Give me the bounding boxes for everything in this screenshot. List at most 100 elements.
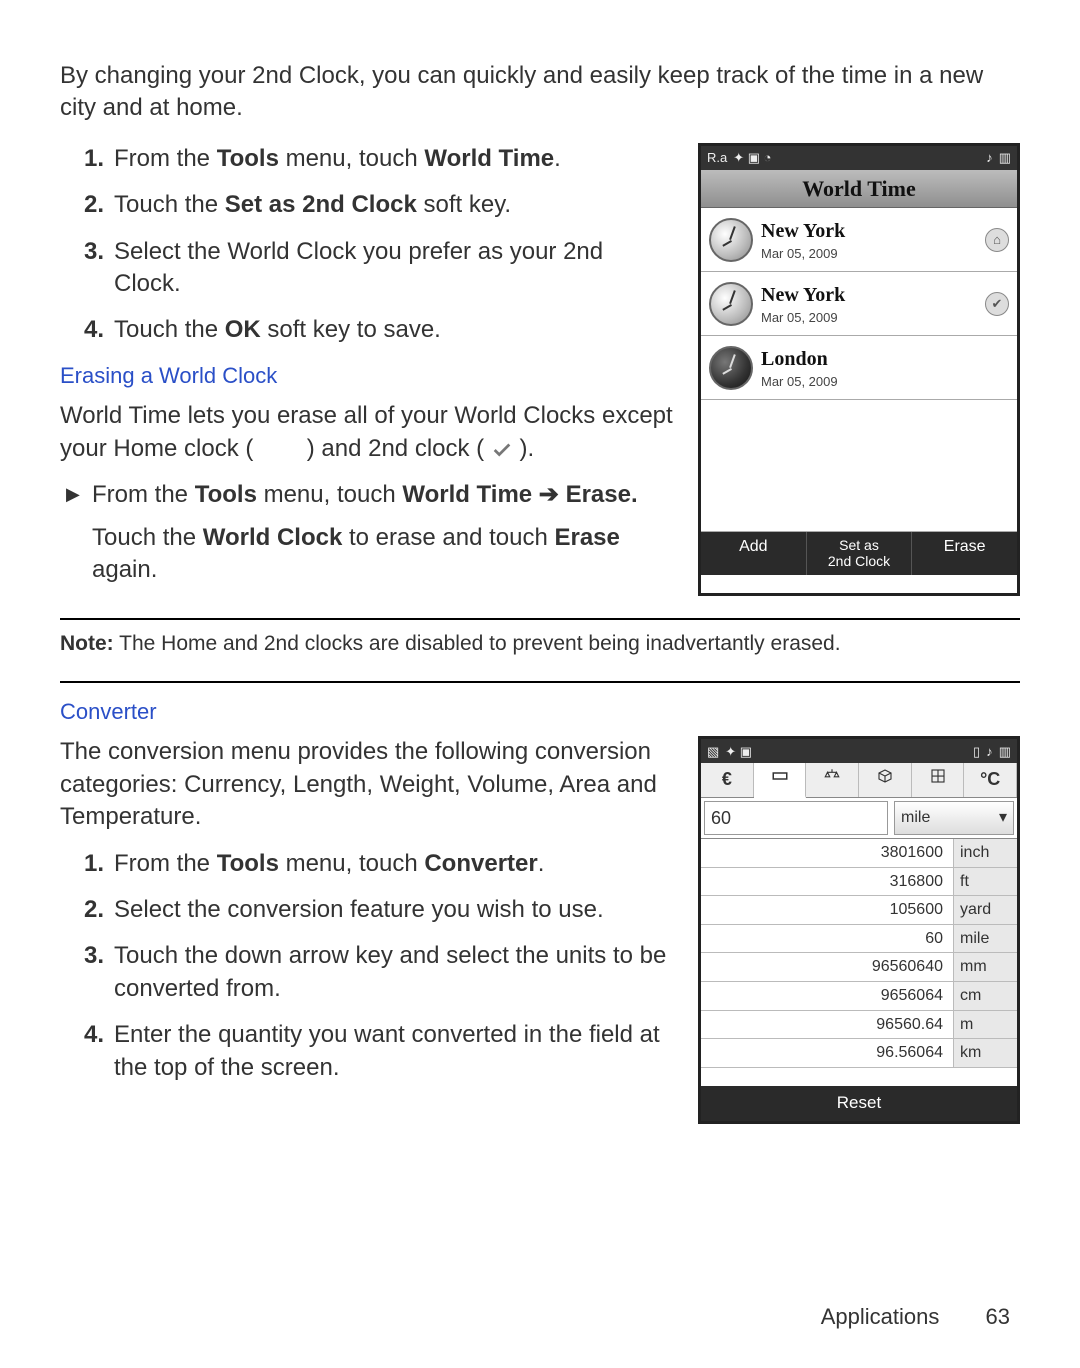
result-unit: m [953,1011,1017,1039]
erase-paragraph: World Time lets you erase all of your Wo… [60,400,676,465]
step-number: 4. [64,314,104,346]
worldtime-phone-mock: R.a ✦ ▣ ◔ ♪ ▥ World Time New York Mar 05… [698,143,1020,597]
step-text: Touch the down arrow key and select the … [114,942,666,1001]
phone-empty-area [701,400,1017,532]
result-value: 316800 [701,868,953,896]
result-value: 105600 [701,896,953,924]
page-number: 63 [986,1304,1010,1329]
step-text: menu, touch [279,850,424,877]
softkey-label: 2nd Clock [809,554,910,569]
step-2: 2. Touch the Set as 2nd Clock soft key. [94,189,676,221]
softkey-erase[interactable]: Erase [912,532,1017,575]
clock-date: Mar 05, 2009 [761,309,977,327]
converter-unit-select[interactable]: mile ▾ [894,801,1014,835]
step-number: 3. [64,236,104,268]
step-text: . [554,145,561,172]
step-number: 2. [64,189,104,221]
clock-row[interactable]: New York Mar 05, 2009 ⌂ [701,208,1017,272]
text: menu, touch [257,481,402,508]
status-glyphs: ✦ ▣ [725,743,752,761]
result-value: 96560640 [701,953,953,981]
tab-currency[interactable]: € [701,763,754,796]
step-3: 3. Select the World Clock you prefer as … [94,236,676,301]
bold: World Time [424,145,554,172]
ruler-icon [771,767,789,785]
tab-area[interactable] [912,763,965,796]
battery-icon: ▥ [999,743,1011,761]
step-text: soft key to save. [261,316,441,343]
bold: Tools [217,145,279,172]
result-unit: km [953,1039,1017,1067]
bold: Tools [195,481,257,508]
tab-label: € [722,769,732,789]
intro-paragraph: By changing your 2nd Clock, you can quic… [60,60,1020,125]
result-unit: mm [953,953,1017,981]
page-footer: Applications 63 [821,1302,1010,1332]
tab-temperature[interactable]: °C [964,763,1017,796]
text: Touch the [92,524,203,551]
converter-paragraph: The conversion menu provides the followi… [60,736,676,833]
text: ) and 2nd clock ( [307,435,484,462]
erase-subline: Touch the World Clock to erase and touch… [60,522,676,587]
clock-city: New York [761,218,977,245]
step-text: Touch the [114,316,225,343]
bold: Tools [217,850,279,877]
step-text: soft key. [417,191,511,218]
converter-tabs: € °C [701,763,1017,797]
softkey-set-2nd-clock[interactable]: Set as 2nd Clock [807,532,913,575]
softkey-reset[interactable]: Reset [701,1086,1017,1121]
step-text: menu, touch [279,145,424,172]
bold: Erase [554,524,619,551]
result-row: 96560640mm [701,953,1017,982]
result-row: 60mile [701,925,1017,954]
step-1: 1. From the Tools menu, touch Converter. [94,848,676,880]
grid-icon [929,767,947,785]
step-1: 1. From the Tools menu, touch World Time… [94,143,676,175]
signal-icon: ▧ [707,743,719,761]
note-label: Note: [60,632,114,655]
section-heading-erasing: Erasing a World Clock [60,361,676,391]
text: to erase and touch [342,524,554,551]
clock-row[interactable]: London Mar 05, 2009 [701,336,1017,400]
softkey-label: Set as [809,538,910,553]
clock-row[interactable]: New York Mar 05, 2009 ✔ [701,272,1017,336]
check-icon [491,438,513,460]
tab-weight[interactable] [806,763,859,796]
converter-phone-mock: ▧ ✦ ▣ ▯ ♪ ▥ € °C [698,736,1020,1123]
steps-list-1: 1. From the Tools menu, touch World Time… [60,143,676,347]
bold: World Clock [203,524,343,551]
section-heading-converter: Converter [60,697,1020,727]
steps-list-2: 1. From the Tools menu, touch Converter.… [60,848,676,1084]
step-text: From the [114,145,217,172]
unit-label: mile [901,807,930,829]
status-glyphs: ✦ ▣ ◔ [733,149,771,167]
step-4: 4. Enter the quantity you want converted… [94,1019,676,1084]
result-row: 3801600inch [701,839,1017,868]
result-unit: inch [953,839,1017,867]
battery-icon: ▥ [999,149,1011,167]
bold: OK [225,316,261,343]
clock-icon [709,218,753,262]
tab-volume[interactable] [859,763,912,796]
step-text: From the [114,850,217,877]
tab-length[interactable] [754,763,807,797]
step-number: 1. [64,848,104,880]
step-text: Enter the quantity you want converted in… [114,1021,660,1080]
bold: World Time ➔ Erase. [402,481,637,508]
converter-value-input[interactable]: 60 [704,801,888,835]
tab-label: °C [980,769,1000,789]
phone-title: World Time [701,170,1017,209]
phone-status-bar: ▧ ✦ ▣ ▯ ♪ ▥ [701,739,1017,763]
bold: Set as 2nd Clock [225,191,417,218]
step-2: 2. Select the conversion feature you wis… [94,894,676,926]
clock-date: Mar 05, 2009 [761,245,977,263]
phone-status-bar: R.a ✦ ▣ ◔ ♪ ▥ [701,146,1017,170]
clock-city: London [761,346,1009,373]
step-number: 3. [64,940,104,972]
signal-icon: R.a [707,149,727,167]
softkey-add[interactable]: Add [701,532,807,575]
text: From the [92,481,195,508]
scale-icon [823,767,841,785]
step-text: . [538,850,545,877]
clock-icon [709,346,753,390]
